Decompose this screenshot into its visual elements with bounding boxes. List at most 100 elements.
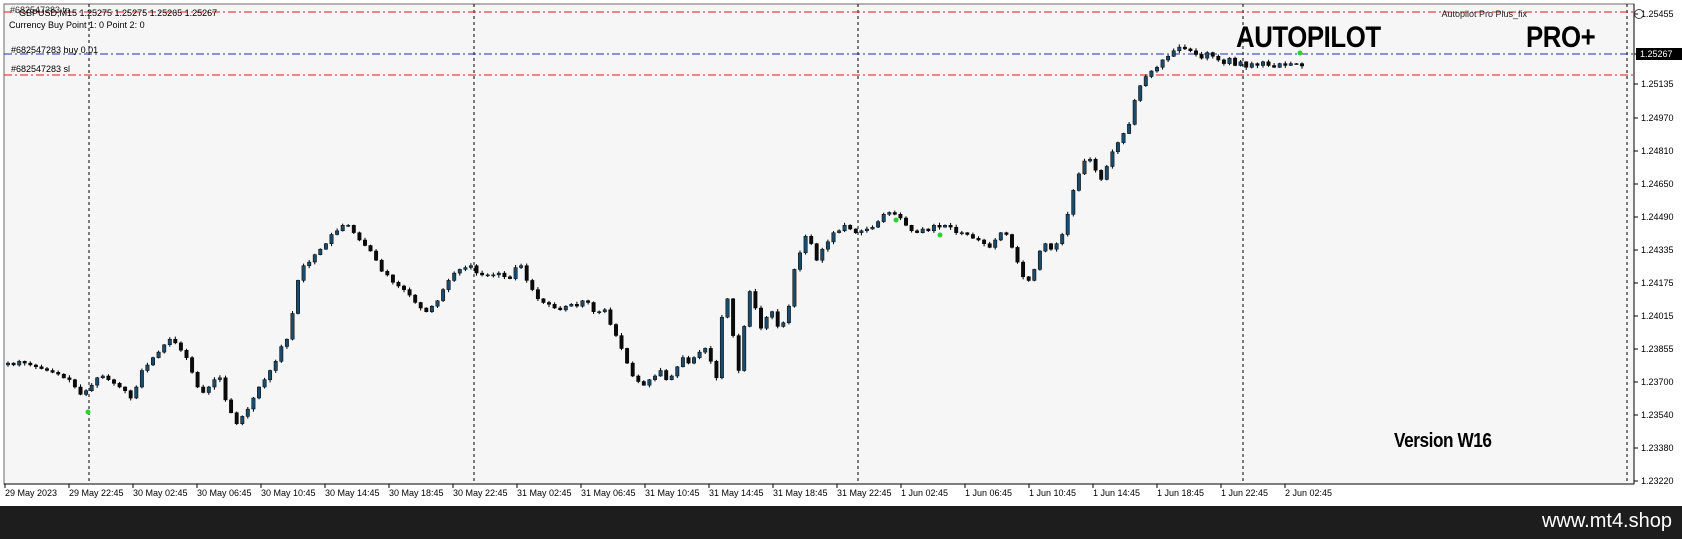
- candlestick: [848, 224, 853, 231]
- candlestick: [798, 250, 802, 272]
- candle-body: [1205, 52, 1210, 59]
- candle-body: [457, 269, 462, 274]
- candle-body: [625, 348, 630, 364]
- price-axis-label: 1.24335: [1641, 245, 1674, 255]
- candlestick: [742, 325, 747, 372]
- candle-body: [178, 342, 183, 351]
- candle-body: [770, 311, 775, 318]
- candle-body: [145, 364, 150, 371]
- candle-body: [318, 248, 323, 255]
- time-axis-label: 31 May 06:45: [581, 488, 636, 498]
- candle-body: [747, 291, 752, 327]
- candle-body: [357, 232, 362, 241]
- candle-body: [931, 225, 936, 232]
- signal-marker: [85, 409, 91, 415]
- candle-body: [273, 361, 278, 371]
- candle-body: [513, 267, 518, 279]
- candlestick: [814, 242, 819, 262]
- candle-body: [351, 225, 356, 233]
- candlestick: [72, 378, 77, 389]
- candle-body: [530, 280, 535, 290]
- indicator-settings-icon[interactable]: [1634, 9, 1644, 19]
- candle-body: [982, 239, 987, 244]
- candle-body: [519, 265, 524, 268]
- candlestick: [195, 371, 200, 389]
- candle-body: [954, 226, 959, 233]
- candle-body: [998, 232, 1003, 241]
- time-axis-label: 2 Jun 02:45: [1285, 488, 1332, 498]
- candle-body: [290, 313, 295, 340]
- candle-body: [1049, 243, 1053, 250]
- candle-body: [1121, 133, 1126, 143]
- candle-body: [134, 386, 139, 399]
- candle-body: [731, 298, 736, 336]
- candlestick: [731, 298, 736, 338]
- candle-body: [915, 230, 920, 233]
- candlestick: [764, 316, 769, 331]
- candle-body: [390, 274, 395, 283]
- candle-body: [429, 305, 434, 312]
- time-axis-label: 1 Jun 10:45: [1029, 488, 1076, 498]
- candlestick: [234, 411, 239, 426]
- candlestick: [530, 278, 535, 292]
- candle-body: [675, 366, 680, 377]
- candle-body: [1065, 214, 1070, 235]
- time-axis-label: 31 May 10:45: [645, 488, 700, 498]
- candlestick: [881, 212, 886, 223]
- candle-body: [1104, 166, 1109, 180]
- candlestick: [290, 311, 295, 341]
- candle-body: [1249, 63, 1254, 68]
- candle-body: [1238, 61, 1243, 66]
- candlestick: [786, 304, 791, 325]
- candle-body: [881, 214, 886, 222]
- candle-body: [284, 338, 289, 347]
- candle-body: [636, 375, 641, 382]
- candle-body: [329, 234, 334, 244]
- candle-body: [597, 311, 602, 313]
- candle-body: [825, 241, 830, 250]
- candle-body: [697, 351, 702, 358]
- candlestick: [608, 307, 613, 326]
- candlestick: [323, 243, 328, 250]
- candle-body: [1272, 65, 1277, 68]
- time-axis-label: 30 May 06:45: [197, 488, 252, 498]
- candle-body: [212, 379, 217, 388]
- candle-body: [1266, 61, 1271, 66]
- candle-body: [1155, 67, 1159, 72]
- candle-body: [346, 225, 351, 227]
- candle-body: [703, 348, 708, 353]
- candle-body: [17, 361, 22, 366]
- candle-body: [574, 304, 579, 307]
- candle-body: [653, 375, 657, 380]
- candlestick: [708, 345, 713, 364]
- candle-body: [156, 351, 161, 358]
- candle-body: [184, 350, 189, 358]
- chart-area[interactable]: 1.25455 1.25135 1.24970 1.24810 1.24650 1.244…: [0, 0, 1682, 506]
- candle-body: [842, 225, 847, 232]
- current-price-badge: 1.25267: [1636, 48, 1682, 60]
- candle-body: [1110, 151, 1115, 167]
- candle-body: [363, 239, 367, 246]
- price-axis-label: 1.24970: [1641, 113, 1674, 123]
- candle-body: [100, 375, 105, 379]
- candlestick: [1032, 268, 1037, 282]
- candle-body: [591, 302, 596, 312]
- candle-body: [1255, 63, 1260, 66]
- candle-body: [374, 250, 379, 261]
- candle-body: [296, 280, 300, 314]
- candle-body: [535, 289, 540, 300]
- candle-body: [692, 357, 696, 364]
- candle-body: [658, 370, 663, 377]
- candle-body: [56, 372, 61, 375]
- candle-body: [123, 386, 128, 391]
- candle-body: [106, 375, 111, 380]
- time-axis-label: 30 May 14:45: [325, 488, 380, 498]
- candle-body: [1261, 61, 1265, 66]
- candle-body: [167, 338, 172, 345]
- candle-body: [407, 289, 412, 296]
- candle-body: [502, 272, 507, 278]
- candle-body: [229, 399, 234, 414]
- candle-body: [786, 305, 791, 323]
- candle-body: [552, 304, 557, 309]
- candle-body: [1210, 52, 1215, 57]
